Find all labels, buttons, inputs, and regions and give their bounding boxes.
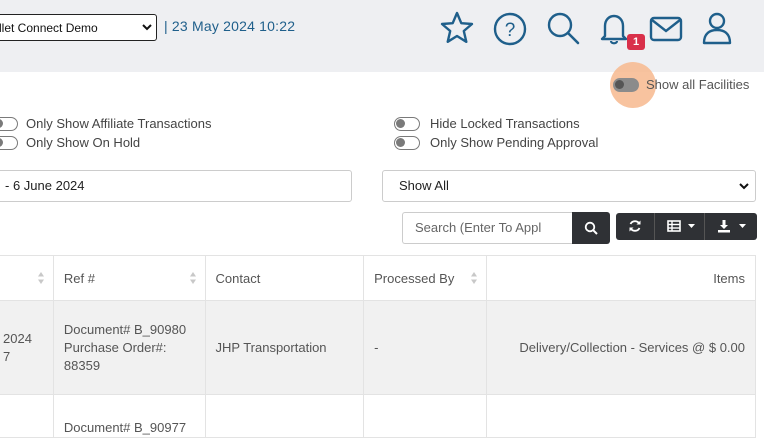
contact-cell xyxy=(204,394,365,438)
chevron-down-icon xyxy=(142,24,152,31)
sort-icon xyxy=(189,272,196,284)
show-all-facilities-label: Show all Facilities xyxy=(646,77,750,92)
toggle-knob xyxy=(396,138,405,147)
column-header-items[interactable]: Items xyxy=(485,255,757,301)
pending-approval-label: Only Show Pending Approval xyxy=(430,135,599,150)
chevron-down-icon xyxy=(739,183,749,190)
columns-button[interactable] xyxy=(654,213,705,240)
hide-locked-label: Hide Locked Transactions xyxy=(430,116,580,131)
processed-by-cell xyxy=(363,394,487,438)
affiliate-toggle[interactable] xyxy=(0,117,18,131)
table-row[interactable]: 2024 7 Document# B_90980 Purchase Order#… xyxy=(0,300,757,395)
top-bar: llet Connect Demo | 23 May 2024 10:22 ? … xyxy=(0,0,764,72)
current-datetime: | 23 May 2024 10:22 xyxy=(164,18,296,34)
transactions-table: Ref # Contact Processed By Items 2024 7 … xyxy=(0,255,757,438)
toggle-knob xyxy=(615,80,624,89)
affiliate-label: Only Show Affiliate Transactions xyxy=(26,116,212,131)
export-button[interactable] xyxy=(704,213,757,240)
search-icon xyxy=(547,12,580,45)
search-icon xyxy=(584,221,598,235)
search-submit-button[interactable] xyxy=(572,212,610,244)
hide-locked-toggle[interactable] xyxy=(394,117,420,131)
show-all-facilities-toggle[interactable] xyxy=(613,78,639,92)
sort-icon xyxy=(470,272,477,284)
sort-icon xyxy=(37,272,44,284)
favorites-button[interactable] xyxy=(439,10,475,46)
date-range-input[interactable]: - 6 June 2024 xyxy=(0,170,352,202)
facility-select[interactable]: llet Connect Demo xyxy=(0,14,157,41)
column-header-processed-by[interactable]: Processed By xyxy=(363,255,487,301)
refresh-button[interactable] xyxy=(616,213,654,240)
toggle-knob xyxy=(0,138,3,147)
search-input[interactable]: Search (Enter To Appl xyxy=(402,212,572,244)
table-row[interactable]: Document# B_90977 xyxy=(0,394,757,438)
caret-down-icon xyxy=(688,224,695,228)
notification-badge: 1 xyxy=(627,34,645,50)
column-header-ref[interactable]: Ref # xyxy=(52,255,206,301)
svg-text:?: ? xyxy=(505,20,516,41)
search-button[interactable] xyxy=(545,10,581,46)
items-cell xyxy=(485,394,757,438)
status-select-value: Show All xyxy=(399,178,449,193)
status-select[interactable]: Show All xyxy=(382,170,756,202)
toggle-knob xyxy=(396,119,405,128)
column-header-date[interactable] xyxy=(0,255,54,301)
help-icon: ? xyxy=(493,12,527,46)
star-icon xyxy=(440,11,474,43)
profile-button[interactable] xyxy=(699,10,735,46)
mail-icon xyxy=(649,16,683,42)
on-hold-label: Only Show On Hold xyxy=(26,135,141,150)
user-icon xyxy=(702,12,732,45)
contact-cell: JHP Transportation xyxy=(204,300,365,395)
table-columns-icon xyxy=(667,220,681,232)
items-cell: Delivery/Collection - Services @ $ 0.00 xyxy=(485,300,757,395)
date-cell: 2024 7 xyxy=(0,300,54,395)
facility-select-value: llet Connect Demo xyxy=(0,20,98,35)
on-hold-toggle[interactable] xyxy=(0,136,18,150)
toggle-knob xyxy=(0,119,3,128)
ref-cell: Document# B_90977 xyxy=(52,394,206,438)
processed-by-cell: - xyxy=(363,300,487,395)
download-icon xyxy=(718,220,730,233)
help-button[interactable]: ? xyxy=(492,10,528,46)
caret-down-icon xyxy=(739,224,746,228)
refresh-icon xyxy=(629,220,641,232)
messages-button[interactable] xyxy=(648,10,684,46)
column-header-contact[interactable]: Contact xyxy=(204,255,365,301)
pending-approval-toggle[interactable] xyxy=(394,136,420,150)
date-cell xyxy=(0,394,54,438)
ref-cell: Document# B_90980 Purchase Order#: 88359 xyxy=(52,300,206,395)
